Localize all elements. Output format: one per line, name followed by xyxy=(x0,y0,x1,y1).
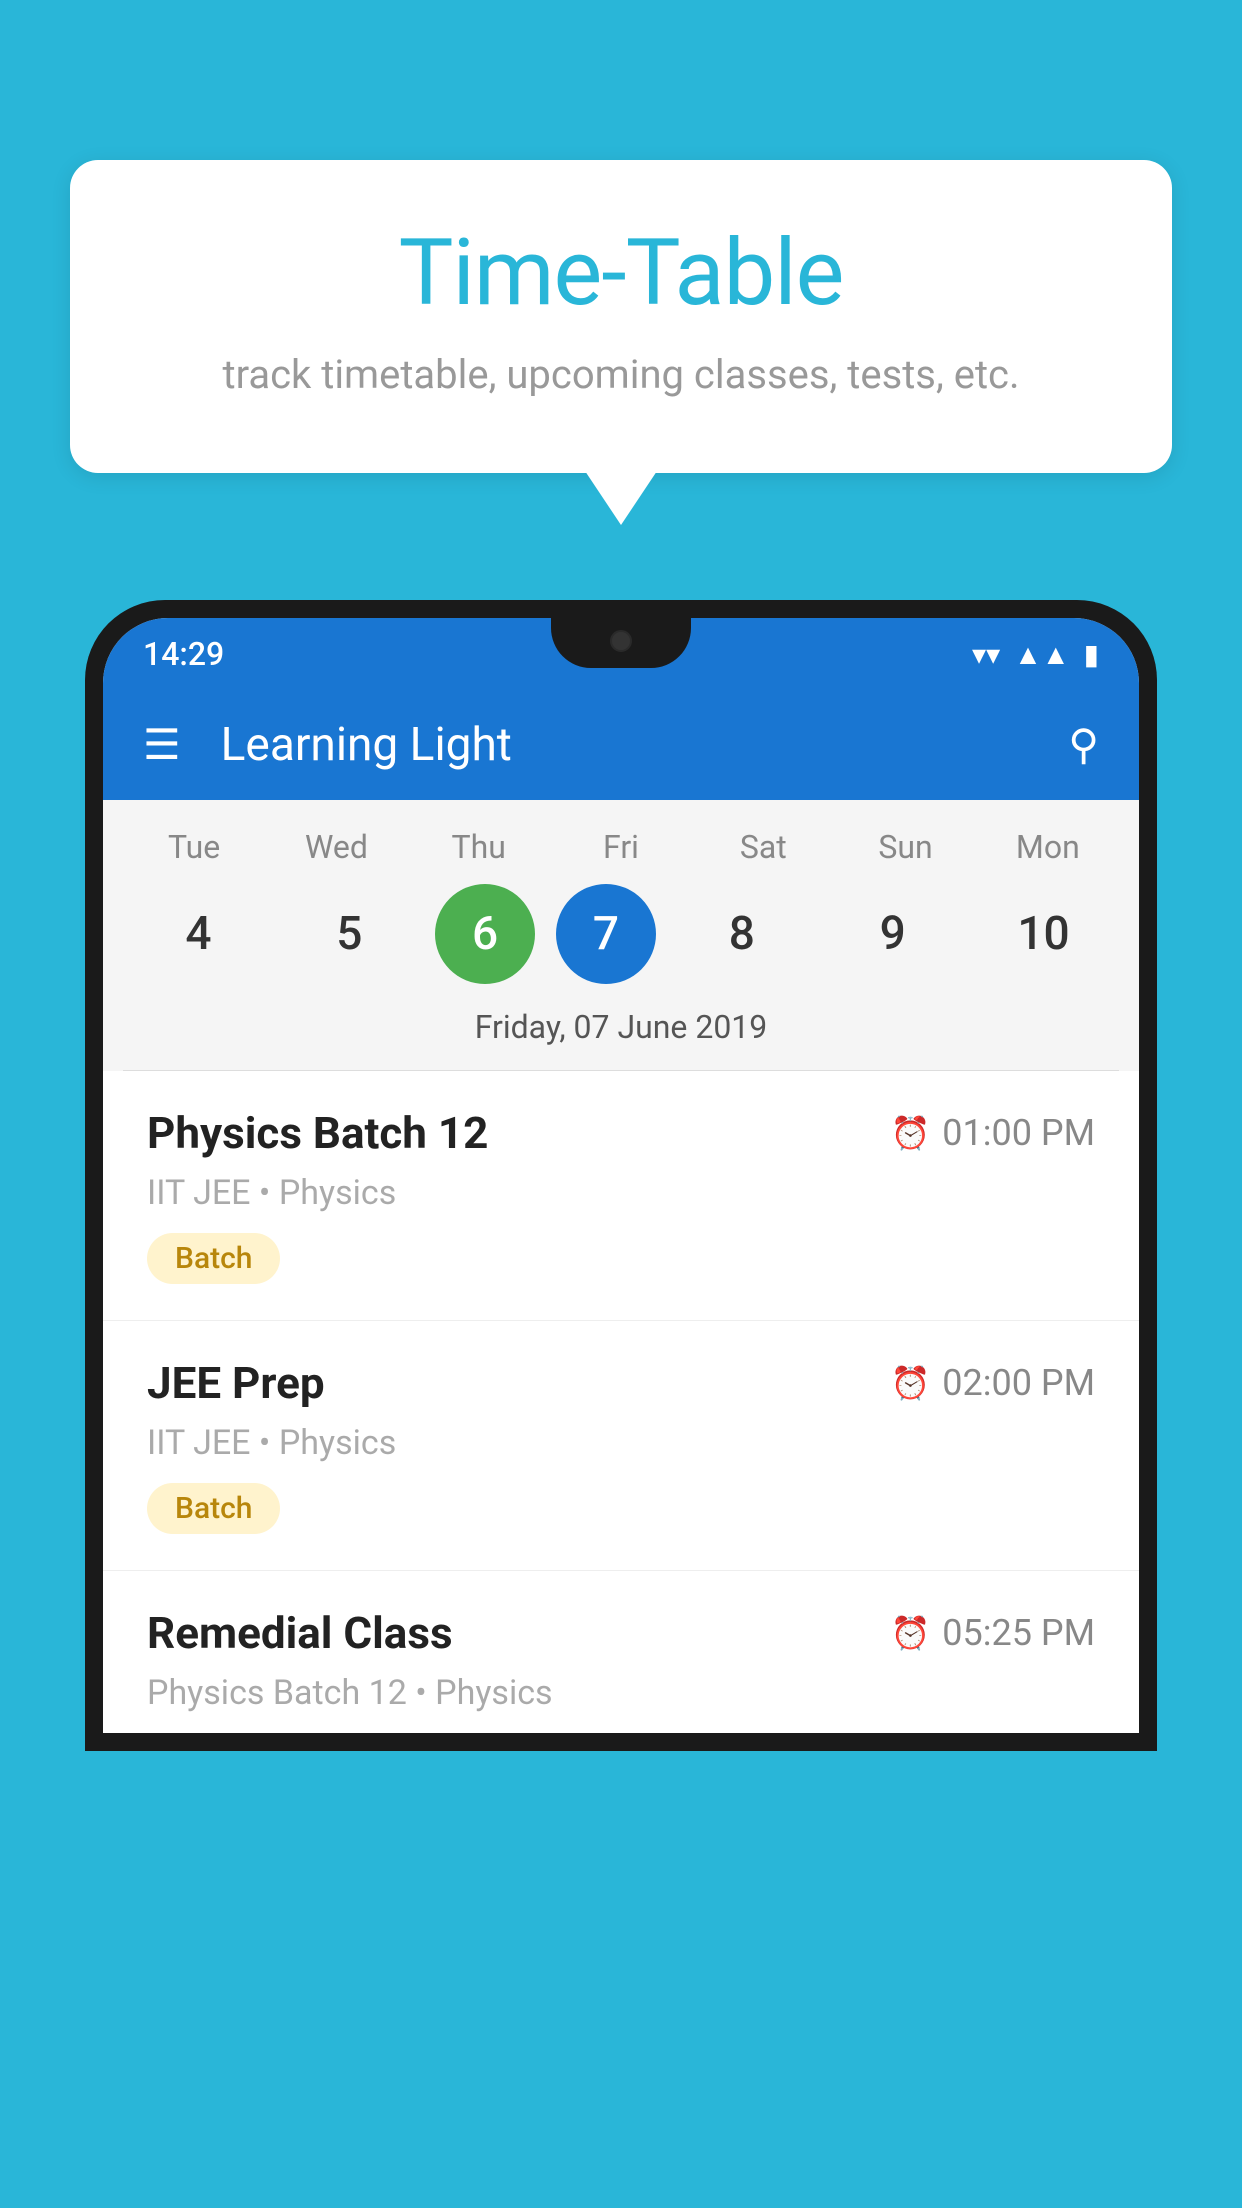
speech-bubble-container: Time-Table track timetable, upcoming cla… xyxy=(70,160,1172,473)
clock-icon-2: ⏰ xyxy=(890,1364,930,1402)
day-header-sun: Sun xyxy=(841,828,971,866)
phone-outer-shell: 14:29 ▾▾ ▲▲ ▮ ☰ Learning Light ⚲ Tue Wed… xyxy=(85,600,1157,1751)
status-icons: ▾▾ ▲▲ ▮ xyxy=(972,638,1099,671)
event-title-3: Remedial Class xyxy=(147,1607,453,1659)
event-item-1[interactable]: Physics Batch 12 ⏰ 01:00 PM IIT JEE • Ph… xyxy=(103,1071,1139,1321)
app-bar: ☰ Learning Light ⚲ xyxy=(103,690,1139,800)
event-time-value-2: 02:00 PM xyxy=(942,1362,1095,1404)
phone-notch xyxy=(551,618,691,668)
event-time-3: ⏰ 05:25 PM xyxy=(890,1612,1095,1654)
camera-dot xyxy=(610,630,632,652)
event-header-2: JEE Prep ⏰ 02:00 PM xyxy=(147,1357,1095,1409)
event-header-1: Physics Batch 12 ⏰ 01:00 PM xyxy=(147,1107,1095,1159)
day-header-sat: Sat xyxy=(698,828,828,866)
app-title: Learning Light xyxy=(221,718,1069,772)
batch-badge-1: Batch xyxy=(147,1233,280,1284)
hamburger-icon[interactable]: ☰ xyxy=(143,720,181,770)
day-header-tue: Tue xyxy=(129,828,259,866)
day-header-wed: Wed xyxy=(271,828,401,866)
day-numbers: 4 5 6 7 8 9 10 xyxy=(123,884,1119,984)
events-list: Physics Batch 12 ⏰ 01:00 PM IIT JEE • Ph… xyxy=(103,1071,1139,1713)
clock-icon-3: ⏰ xyxy=(890,1614,930,1652)
bubble-subtitle: track timetable, upcoming classes, tests… xyxy=(140,347,1102,403)
status-time: 14:29 xyxy=(143,635,224,673)
event-item-3[interactable]: Remedial Class ⏰ 05:25 PM Physics Batch … xyxy=(103,1571,1139,1713)
day-header-mon: Mon xyxy=(983,828,1113,866)
event-header-3: Remedial Class ⏰ 05:25 PM xyxy=(147,1607,1095,1659)
calendar-strip: Tue Wed Thu Fri Sat Sun Mon 4 5 6 7 8 9 … xyxy=(103,800,1139,1071)
selected-date-label: Friday, 07 June 2019 xyxy=(123,1008,1119,1071)
wifi-icon: ▾▾ xyxy=(972,638,1000,671)
day-10[interactable]: 10 xyxy=(978,884,1108,984)
event-course-1: IIT JEE • Physics xyxy=(147,1173,1095,1213)
day-9[interactable]: 9 xyxy=(828,884,958,984)
day-6-today[interactable]: 6 xyxy=(435,884,535,984)
event-time-2: ⏰ 02:00 PM xyxy=(890,1362,1095,1404)
battery-icon: ▮ xyxy=(1084,638,1099,671)
event-time-1: ⏰ 01:00 PM xyxy=(890,1112,1095,1154)
signal-icon: ▲▲ xyxy=(1014,638,1069,671)
phone-screen: 14:29 ▾▾ ▲▲ ▮ ☰ Learning Light ⚲ Tue Wed… xyxy=(103,618,1139,1733)
event-title-2: JEE Prep xyxy=(147,1357,325,1409)
day-headers: Tue Wed Thu Fri Sat Sun Mon xyxy=(123,828,1119,866)
day-8[interactable]: 8 xyxy=(677,884,807,984)
batch-badge-2: Batch xyxy=(147,1483,280,1534)
day-header-thu: Thu xyxy=(414,828,544,866)
day-7-selected[interactable]: 7 xyxy=(556,884,656,984)
speech-bubble: Time-Table track timetable, upcoming cla… xyxy=(70,160,1172,473)
event-item-2[interactable]: JEE Prep ⏰ 02:00 PM IIT JEE • Physics Ba… xyxy=(103,1321,1139,1571)
event-time-value-3: 05:25 PM xyxy=(942,1612,1095,1654)
day-header-fri: Fri xyxy=(556,828,686,866)
clock-icon-1: ⏰ xyxy=(890,1114,930,1152)
event-time-value-1: 01:00 PM xyxy=(942,1112,1095,1154)
event-course-2: IIT JEE • Physics xyxy=(147,1423,1095,1463)
search-icon[interactable]: ⚲ xyxy=(1068,720,1099,770)
bubble-title: Time-Table xyxy=(140,220,1102,327)
event-course-3: Physics Batch 12 • Physics xyxy=(147,1673,1095,1713)
day-4[interactable]: 4 xyxy=(133,884,263,984)
phone-mockup: 14:29 ▾▾ ▲▲ ▮ ☰ Learning Light ⚲ Tue Wed… xyxy=(85,600,1157,2208)
day-5[interactable]: 5 xyxy=(284,884,414,984)
event-title-1: Physics Batch 12 xyxy=(147,1107,488,1159)
